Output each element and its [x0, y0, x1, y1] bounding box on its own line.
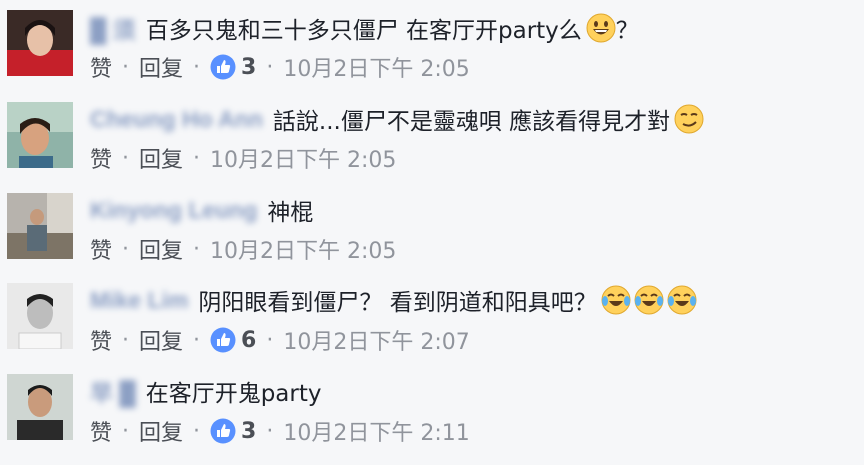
- separator: ·: [193, 236, 201, 262]
- reaction-count-value: 3: [241, 418, 257, 444]
- reaction-count[interactable]: 3: [210, 418, 256, 444]
- separator: ·: [122, 418, 130, 444]
- avatar[interactable]: [7, 283, 73, 349]
- grinning-emoji-icon: [586, 13, 616, 43]
- separator: ·: [266, 54, 274, 80]
- avatar[interactable]: [7, 193, 73, 259]
- comment-text: 阴阳眼看到僵尸？ 看到阴道和阳具吧？: [198, 290, 597, 316]
- thumbs-up-reaction-icon: [210, 54, 241, 80]
- thumbs-up-reaction-icon: [210, 327, 241, 353]
- reply-button[interactable]: 回复: [139, 415, 183, 447]
- reaction-count-value: 3: [241, 54, 257, 80]
- reply-button[interactable]: 回复: [139, 233, 183, 265]
- reply-button[interactable]: 回复: [139, 51, 183, 83]
- comment-timestamp[interactable]: 10月2日下午 2:07: [283, 324, 469, 356]
- comment-timestamp[interactable]: 10月2日下午 2:11: [283, 415, 469, 447]
- like-button[interactable]: 赞: [90, 415, 112, 447]
- comment-text: 百多只鬼和三十多只僵尸 在客厅开party么: [145, 18, 582, 44]
- comment-timestamp[interactable]: 10月2日下午 2:05: [283, 51, 469, 83]
- comment-author[interactable]: Kinyong Leung: [90, 197, 257, 224]
- separator: ·: [122, 54, 130, 80]
- comment-text: 話說...僵尸不是靈魂唄 應該看得見才對: [272, 109, 671, 135]
- like-button[interactable]: 赞: [90, 51, 112, 83]
- comment-text: 在客厅开鬼party: [145, 381, 322, 407]
- comment-author[interactable]: Cheung Ho Ann: [90, 106, 263, 133]
- tears-of-joy-emoji-icon: [601, 285, 697, 315]
- reaction-count-value: 6: [241, 327, 257, 353]
- avatar[interactable]: [7, 10, 73, 76]
- reply-button[interactable]: 回复: [139, 142, 183, 174]
- separator: ·: [266, 327, 274, 353]
- smirking-emoji-icon: [674, 104, 704, 134]
- reaction-count[interactable]: 6: [210, 327, 256, 353]
- separator: ·: [193, 327, 201, 353]
- avatar[interactable]: [7, 102, 73, 168]
- separator: ·: [122, 327, 130, 353]
- comment-text: 神棍: [267, 200, 314, 226]
- separator: ·: [193, 418, 201, 444]
- like-button[interactable]: 赞: [90, 324, 112, 356]
- comment-timestamp[interactable]: 10月2日下午 2:05: [210, 233, 396, 265]
- like-button[interactable]: 赞: [90, 142, 112, 174]
- comment-author[interactable]: █ 须: [90, 11, 136, 45]
- thumbs-up-reaction-icon: [210, 418, 241, 444]
- comment-author[interactable]: Mike Lim: [90, 287, 188, 314]
- comment-author[interactable]: 早 █: [90, 374, 136, 408]
- separator: ·: [193, 54, 201, 80]
- reaction-count[interactable]: 3: [210, 54, 256, 80]
- separator: ·: [193, 145, 201, 171]
- separator: ·: [122, 236, 130, 262]
- comment-trailing: ？: [615, 18, 639, 44]
- like-button[interactable]: 赞: [90, 233, 112, 265]
- comment-item: █ 须 百多只鬼和三十多只僵尸 在客厅开party么 ？ 赞 · 回复 · 3 …: [0, 0, 864, 91]
- separator: ·: [266, 418, 274, 444]
- reply-button[interactable]: 回复: [139, 324, 183, 356]
- avatar[interactable]: [7, 374, 73, 440]
- separator: ·: [122, 145, 130, 171]
- comment-timestamp[interactable]: 10月2日下午 2:05: [210, 142, 396, 174]
